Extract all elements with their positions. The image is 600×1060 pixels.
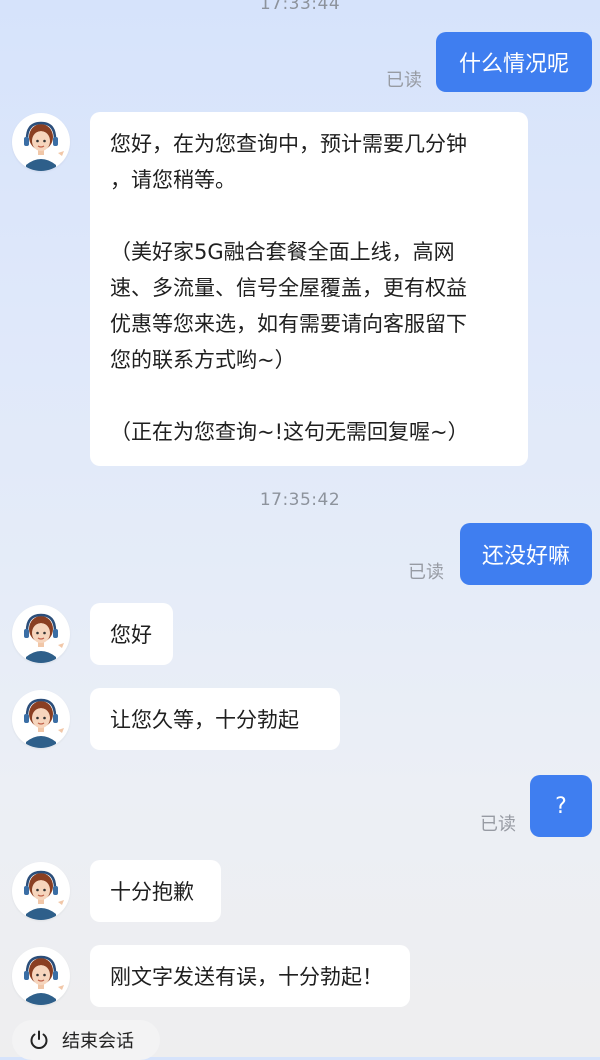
timestamp: 17:35:42 — [259, 490, 341, 510]
outgoing-message[interactable]: ? — [530, 775, 592, 837]
read-receipt: 已读 — [408, 562, 444, 583]
incoming-message[interactable]: 您好 — [90, 603, 173, 665]
agent-avatar[interactable] — [12, 605, 70, 663]
agent-avatar[interactable] — [12, 690, 70, 748]
message-paragraph: （正在为您查询~!这句无需回复喔~） — [110, 420, 469, 444]
agent-avatar[interactable] — [12, 947, 70, 1005]
outgoing-message[interactable]: 还没好嘛 — [460, 523, 592, 585]
message-paragraph: （美好家5G融合套餐全面上线，高网 速、多流量、信号全屋覆盖，更有权益 优惠等您… — [110, 240, 467, 372]
outgoing-message[interactable]: 什么情况呢 — [436, 32, 592, 92]
agent-avatar[interactable] — [12, 862, 70, 920]
agent-avatar-icon — [24, 121, 64, 171]
incoming-message[interactable]: 刚文字发送有误，十分勃起！ — [90, 945, 410, 1007]
power-icon — [30, 1030, 48, 1049]
message-paragraph: 您好，在为您查询中，预计需要几分钟 ，请您稍等。 — [110, 132, 467, 192]
agent-avatar-icon — [24, 870, 64, 920]
read-receipt: 已读 — [386, 70, 422, 91]
incoming-message[interactable]: 您好，在为您查询中，预计需要几分钟 ，请您稍等。 （美好家5G融合套餐全面上线，… — [90, 112, 528, 466]
end-session-button[interactable]: 结束会话 — [12, 1020, 160, 1060]
incoming-message[interactable]: 让您久等，十分勃起 — [90, 688, 340, 750]
agent-avatar-icon — [24, 955, 64, 1005]
end-session-label: 结束会话 — [62, 1031, 134, 1052]
agent-avatar-icon — [24, 613, 64, 663]
timestamp: 17:33:44 — [259, 0, 341, 14]
read-receipt: 已读 — [480, 814, 516, 835]
agent-avatar[interactable] — [12, 113, 70, 171]
incoming-message[interactable]: 十分抱歉 — [90, 860, 221, 922]
agent-avatar-icon — [24, 698, 64, 748]
